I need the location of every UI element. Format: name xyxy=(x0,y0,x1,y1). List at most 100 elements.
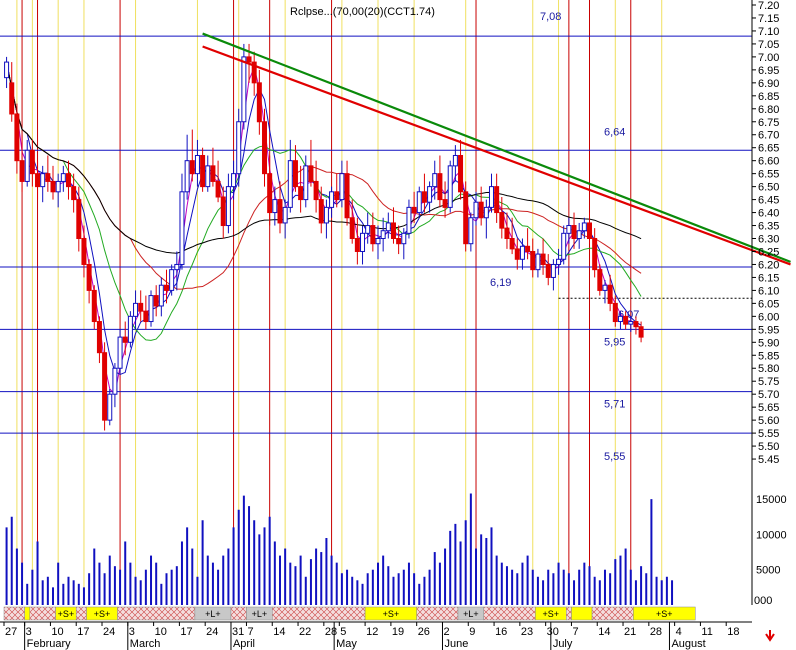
price-tick-label: 7.15 xyxy=(758,13,779,25)
price-tick-label: 5.90 xyxy=(758,337,779,349)
month-label: June xyxy=(444,638,468,650)
candle-body xyxy=(14,113,20,162)
signal-label: +S+ xyxy=(543,609,560,619)
candle-body xyxy=(375,238,381,245)
signal-label: +L+ xyxy=(463,609,479,619)
candle-body xyxy=(179,191,185,265)
x-tick-label: 18 xyxy=(727,626,739,638)
candle-body xyxy=(35,173,41,188)
candle-body xyxy=(246,56,252,63)
signal-segment xyxy=(29,606,56,621)
candle-body xyxy=(442,199,448,208)
candle-body xyxy=(519,245,525,260)
month-label: March xyxy=(130,638,161,650)
candle-body xyxy=(483,206,489,219)
candle-body xyxy=(205,165,211,188)
signal-label: +S+ xyxy=(383,609,400,619)
candle-body xyxy=(292,160,298,188)
x-tick-label: 21 xyxy=(624,626,636,638)
candle-body xyxy=(127,315,133,343)
candle-body xyxy=(561,232,567,260)
candle-body xyxy=(576,230,582,240)
month-label: August xyxy=(671,638,705,650)
candle-body xyxy=(71,186,77,201)
candle-body xyxy=(504,227,510,240)
candle-body xyxy=(81,238,87,265)
candle-body xyxy=(628,321,634,325)
candle-body xyxy=(344,173,350,219)
candle-body xyxy=(50,180,56,193)
x-tick-label: 23 xyxy=(521,626,533,638)
candle-body xyxy=(365,225,371,234)
candle-body xyxy=(416,191,422,214)
x-tick-label: 28 xyxy=(325,626,337,638)
price-tick-label: 6.45 xyxy=(758,195,779,207)
candle-body xyxy=(174,263,180,271)
candle-body xyxy=(421,191,427,203)
candle-body xyxy=(303,165,309,201)
month-label: May xyxy=(336,638,357,650)
candle-body xyxy=(200,154,206,188)
candle-body xyxy=(473,201,479,219)
candle-body xyxy=(556,258,562,265)
signal-label: +L+ xyxy=(205,609,221,619)
candle-body xyxy=(612,302,618,323)
candle-body xyxy=(19,160,25,182)
candle-body xyxy=(298,186,304,201)
candle-body xyxy=(29,149,35,175)
x-tick-label: 28 xyxy=(650,626,662,638)
candle-body xyxy=(143,310,149,323)
price-tick-label: 6.95 xyxy=(758,65,779,77)
candle-body xyxy=(432,173,438,188)
signal-segment xyxy=(483,606,536,621)
volume-tick-label: 15000 xyxy=(756,494,787,506)
candle-body xyxy=(241,56,247,123)
signal-label: +S+ xyxy=(656,609,673,619)
signal-label: +S+ xyxy=(94,609,111,619)
price-tick-label: 5.50 xyxy=(758,441,779,453)
candle-body xyxy=(65,173,71,188)
candle-body xyxy=(277,199,283,224)
candle-body xyxy=(592,238,598,271)
candle-body xyxy=(339,173,345,201)
signal-segment xyxy=(3,606,25,621)
candle-body xyxy=(566,225,572,234)
level-label: 5,71 xyxy=(604,399,625,411)
candle-body xyxy=(587,222,593,240)
price-tick-label: 5.65 xyxy=(758,402,779,414)
x-tick-label: 10 xyxy=(155,626,167,638)
candle-body xyxy=(60,173,66,182)
candle-body xyxy=(478,201,484,219)
level-label: 6,64 xyxy=(604,126,625,138)
price-tick-label: 5.80 xyxy=(758,363,779,375)
price-tick-label: 6.75 xyxy=(758,117,779,129)
candle-body xyxy=(385,222,391,232)
x-tick-label: 31 xyxy=(232,626,244,638)
x-tick-label: 3 xyxy=(129,626,135,638)
candle-body xyxy=(638,326,644,338)
candle-body xyxy=(102,352,108,421)
candle-body xyxy=(45,173,51,182)
price-tick-label: 5.45 xyxy=(758,454,779,466)
price-tick-label: 6.90 xyxy=(758,78,779,90)
price-tick-label: 5.95 xyxy=(758,324,779,336)
x-tick-label: 11 xyxy=(701,626,712,638)
x-tick-label: 19 xyxy=(392,626,404,638)
signal-segment xyxy=(566,606,572,621)
candle-body xyxy=(24,149,30,182)
candle-body xyxy=(236,121,242,175)
candle-body xyxy=(91,289,97,323)
x-tick-label: 14 xyxy=(273,626,285,638)
candle-body xyxy=(494,186,500,214)
candle-body xyxy=(215,180,221,198)
x-tick-label: 27 xyxy=(5,626,17,638)
x-tick-label: 2 xyxy=(443,626,449,638)
candle-body xyxy=(581,222,587,232)
candle-body xyxy=(158,284,164,307)
candle-body xyxy=(55,180,61,193)
candle-body xyxy=(550,263,556,278)
candle-body xyxy=(607,284,613,304)
candle-body xyxy=(633,321,639,328)
x-tick-label: 14 xyxy=(598,626,610,638)
month-label: April xyxy=(233,638,255,650)
